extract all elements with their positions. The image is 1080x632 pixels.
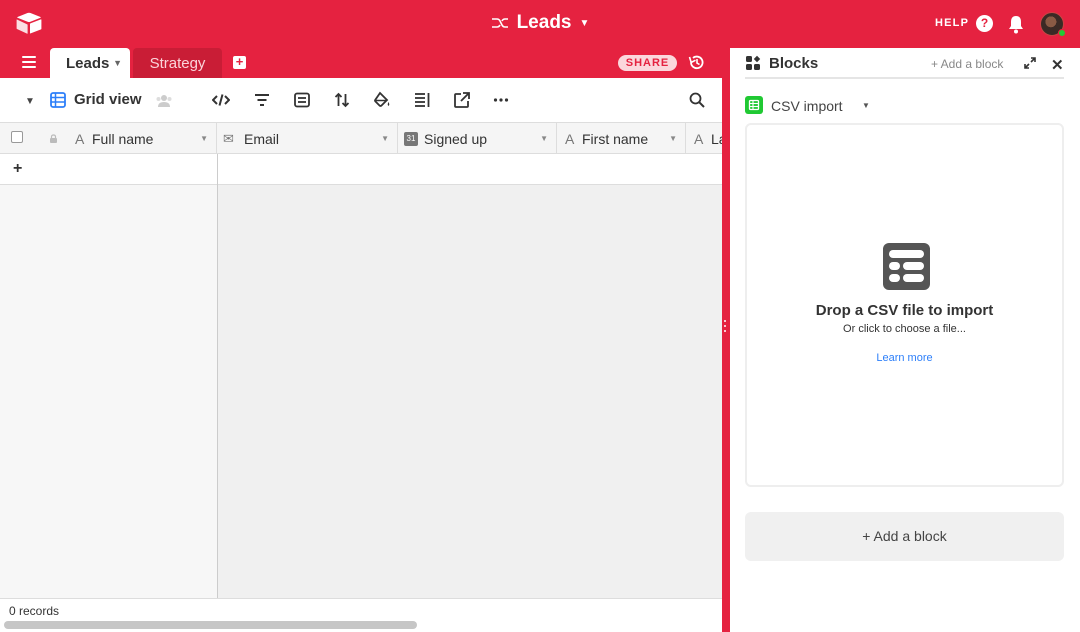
- add-table-icon[interactable]: +: [233, 55, 246, 69]
- table-tab-row: Leads ▼ Strategy + SHARE: [0, 48, 722, 78]
- view-name[interactable]: Grid view: [74, 91, 142, 108]
- base-title: Leads: [516, 12, 572, 33]
- drop-subtitle: Or click to choose a file...: [843, 323, 966, 335]
- chevron-down-icon[interactable]: ▼: [669, 134, 677, 143]
- block-name: CSV import: [771, 98, 843, 114]
- record-count: 0 records: [9, 604, 60, 618]
- hamburger-menu-icon[interactable]: [22, 56, 36, 68]
- column-name: Signed up: [424, 131, 488, 147]
- airtable-logo-icon[interactable]: [16, 12, 42, 34]
- column-header-last-name[interactable]: A La: [686, 123, 722, 154]
- panel-resize-handle[interactable]: [724, 320, 727, 338]
- help-link[interactable]: HELP: [935, 17, 969, 29]
- tab-label: Leads: [66, 55, 110, 72]
- tab-leads[interactable]: Leads ▼: [50, 48, 130, 78]
- add-record-row[interactable]: +: [0, 154, 722, 185]
- blocks-header: Blocks + Add a block ✕: [745, 48, 1064, 79]
- csv-import-icon: [745, 96, 763, 114]
- grid-body: [217, 185, 722, 598]
- more-icon[interactable]: [492, 91, 510, 109]
- primary-column-header[interactable]: A Full name ▼: [0, 123, 217, 154]
- drop-title: Drop a CSV file to import: [815, 302, 994, 319]
- paint-bucket-icon[interactable]: [373, 91, 391, 109]
- history-icon[interactable]: [688, 54, 705, 71]
- column-header-row: A Full name ▼ ✉ Email ▼ 31 Signed up ▼ A…: [0, 123, 722, 154]
- filter-icon[interactable]: [253, 91, 271, 109]
- chevron-down-icon: ▼: [579, 17, 590, 29]
- search-icon[interactable]: [689, 92, 705, 108]
- base-icon: [491, 18, 508, 28]
- csv-drop-zone[interactable]: Drop a CSV file to import Or click to ch…: [745, 123, 1064, 487]
- date-field-icon: 31: [404, 132, 418, 146]
- chevron-down-icon[interactable]: ▼: [113, 58, 122, 68]
- base-title-button[interactable]: Leads ▼: [491, 12, 590, 34]
- blocks-title: Blocks: [769, 55, 819, 72]
- column-header-first-name[interactable]: A First name ▼: [557, 123, 686, 154]
- close-icon[interactable]: ✕: [1051, 56, 1064, 74]
- share-view-icon[interactable]: [453, 91, 471, 109]
- grid-view-icon: [50, 92, 66, 108]
- select-all-checkbox[interactable]: [11, 131, 23, 143]
- column-header-email[interactable]: ✉ Email ▼: [217, 123, 398, 154]
- view-toolbar: ▼ Grid view: [0, 78, 722, 123]
- share-button[interactable]: SHARE: [618, 55, 677, 71]
- grid-footer: 0 records: [0, 598, 722, 632]
- views-sidebar-toggle-icon[interactable]: ▼: [25, 96, 35, 107]
- text-field-icon: A: [565, 131, 575, 147]
- column-header-signed-up[interactable]: 31 Signed up ▼: [398, 123, 557, 154]
- online-status-dot: [1058, 29, 1066, 37]
- grid-panel: ▼ Grid view A Full name ▼ ✉ Email ▼ 31 S…: [0, 78, 722, 632]
- table-icon: [883, 243, 930, 290]
- base-title-container: Leads ▼: [0, 12, 1080, 36]
- row-height-icon[interactable]: [413, 91, 431, 109]
- chevron-down-icon: ▼: [862, 101, 870, 110]
- text-field-icon: A: [75, 131, 85, 147]
- chevron-down-icon[interactable]: ▼: [381, 134, 389, 143]
- chevron-down-icon[interactable]: ▼: [540, 134, 548, 143]
- sort-icon[interactable]: [333, 91, 351, 109]
- email-field-icon: ✉: [223, 131, 234, 146]
- chevron-down-icon[interactable]: ▼: [200, 134, 208, 143]
- learn-more-link[interactable]: Learn more: [747, 352, 1062, 364]
- add-block-link[interactable]: + Add a block: [931, 57, 1003, 71]
- lock-icon: [50, 134, 57, 143]
- column-name: La: [711, 131, 722, 147]
- collaborators-icon[interactable]: [155, 94, 173, 107]
- column-name: Full name: [92, 131, 154, 147]
- blocks-panel: Blocks + Add a block ✕ CSV import ▼ Drop…: [730, 48, 1080, 632]
- help-icon[interactable]: ?: [976, 15, 993, 32]
- column-name: Email: [244, 131, 280, 147]
- primary-column-body: [0, 185, 217, 598]
- horizontal-scrollbar[interactable]: [4, 621, 417, 629]
- expand-icon[interactable]: [1024, 57, 1036, 69]
- blocks-icon: [746, 55, 761, 70]
- code-icon[interactable]: [212, 91, 230, 109]
- column-divider: [217, 154, 218, 632]
- column-name: First name: [582, 131, 649, 147]
- app-topbar: Leads ▼ HELP ?: [0, 0, 1080, 48]
- group-icon[interactable]: [293, 91, 311, 109]
- add-block-button[interactable]: + Add a block: [745, 512, 1064, 561]
- add-record-icon[interactable]: +: [13, 160, 22, 178]
- notification-bell-icon[interactable]: [1007, 14, 1025, 34]
- tab-strategy[interactable]: Strategy: [133, 48, 222, 78]
- text-field-icon: A: [694, 131, 704, 147]
